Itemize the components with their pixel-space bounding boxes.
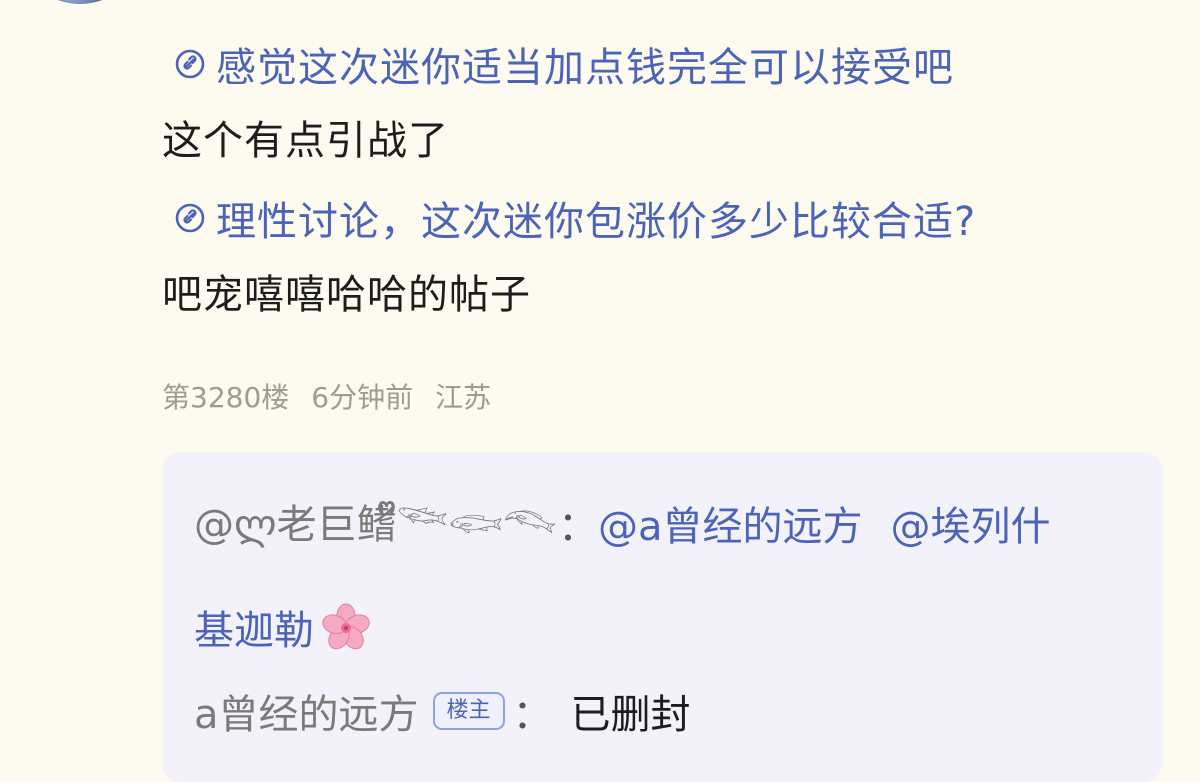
thread-link-2-text[interactable]: 理性讨论，这次迷你包涨价多少比较合适? (216, 189, 976, 247)
thread-link-2[interactable]: 理性讨论，这次迷你包涨价多少比较合适? (162, 184, 1162, 252)
cherry-blossom-icon (322, 603, 370, 650)
thread-link-1-text[interactable]: 感觉这次迷你适当加点钱完全可以接受吧 (216, 35, 954, 93)
avatar[interactable] (40, 0, 120, 4)
thread-link-1[interactable]: 感觉这次迷你适当加点钱完全可以接受吧 (162, 30, 1162, 98)
post-text-1: 这个有点引战了 (162, 118, 449, 164)
mention-2-continued[interactable]: 基迦勒 (194, 598, 314, 656)
reply-content: 已删封 (570, 692, 691, 738)
link-icon (175, 49, 205, 79)
link-icon (175, 203, 205, 233)
floor-number: 第3280楼 (162, 381, 290, 414)
reply-line-2: 基迦勒 (194, 598, 372, 656)
op-author[interactable]: a曾经的远方 (194, 682, 419, 740)
reply-box[interactable]: @ლ老巨鳍ᩚᩚᩚᩚᩚ𓆝𓆟𓆞 ： @a曾经的远方 @埃列什 基迦勒 a曾经的远方 … (162, 452, 1162, 782)
post-meta: 第3280楼 6分钟前 江苏 (162, 376, 491, 416)
reply-colon: ： (557, 503, 598, 550)
op-badge: 楼主 (432, 692, 505, 730)
post-content: 感觉这次迷你适当加点钱完全可以接受吧 这个有点引战了 理性讨论，这次迷你包涨价多… (162, 30, 1162, 338)
reply-line-3: a曾经的远方 楼主 ： 已删封 (194, 682, 691, 740)
reply-line-1: @ლ老巨鳍ᩚᩚᩚᩚᩚ𓆝𓆟𓆞 ： @a曾经的远方 @埃列什 (194, 486, 1050, 559)
reply-author[interactable]: @ლ老巨鳍ᩚᩚᩚᩚᩚ𓆝𓆟𓆞 (194, 486, 558, 559)
reply-colon-2: ： (512, 692, 553, 738)
post-time: 6分钟前 (311, 381, 414, 414)
mention-2[interactable]: @埃列什 (890, 494, 1050, 552)
post-location: 江苏 (435, 381, 492, 414)
mention-1[interactable]: @a曾经的远方 (598, 494, 863, 552)
post-text-2: 吧宠嘻嘻哈哈的帖子 (162, 272, 531, 318)
